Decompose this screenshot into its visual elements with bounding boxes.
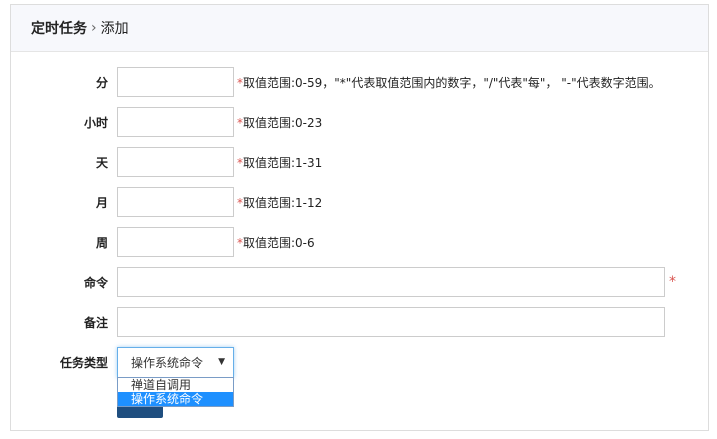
field-label: 备注 xyxy=(83,315,108,330)
hour-input[interactable] xyxy=(117,107,234,137)
month-input[interactable] xyxy=(117,187,234,217)
hint-text: 取值范围:1-12 xyxy=(243,195,323,210)
field-note: 备注 xyxy=(11,307,708,337)
minute-input[interactable] xyxy=(117,67,234,97)
field-label: 小时 xyxy=(83,115,108,130)
field-minute: 分 *取值范围:0-59，"*"代表取值范围内的数字，"/"代表"每"， "-"… xyxy=(11,67,708,97)
task-form-card: 定时任务 › 添加 分 *取值范围:0-59，"*"代表取值范围内的数字，"/"… xyxy=(10,4,709,431)
breadcrumb: 定时任务 › 添加 xyxy=(11,5,708,52)
field-hint: *取值范围:0-6 xyxy=(237,234,315,251)
week-input[interactable] xyxy=(117,227,234,257)
field-label: 天 xyxy=(95,155,108,170)
selected-value: 操作系统命令 xyxy=(131,355,204,370)
field-hint: *取值范围:0-23 xyxy=(237,114,322,131)
field-hint: *取值范围:1-12 xyxy=(237,194,322,211)
field-month: 月 *取值范围:1-12 xyxy=(11,187,708,217)
option-system-command[interactable]: 操作系统命令 xyxy=(118,392,233,406)
hint-text: 取值范围:0-59，"*"代表取值范围内的数字，"/"代表"每"， "-"代表数… xyxy=(243,75,661,90)
field-task-type: 任务类型 操作系统命令 ▼ xyxy=(11,346,708,378)
field-label: 分 xyxy=(95,75,108,90)
hint-text: 取值范围:0-6 xyxy=(243,235,315,250)
field-label: 月 xyxy=(95,195,108,210)
field-week: 周 *取值范围:0-6 xyxy=(11,227,708,257)
field-day: 天 *取值范围:1-31 xyxy=(11,147,708,177)
option-zentao[interactable]: 禅道自调用 xyxy=(118,378,233,392)
field-label: 任务类型 xyxy=(59,355,108,370)
note-input[interactable] xyxy=(117,307,665,337)
hint-text: 取值范围:1-31 xyxy=(243,155,323,170)
task-type-dropdown: 禅道自调用 操作系统命令 xyxy=(117,377,234,407)
breadcrumb-separator: › xyxy=(91,20,97,36)
breadcrumb-parent[interactable]: 定时任务 xyxy=(31,18,87,38)
hint-text: 取值范围:0-23 xyxy=(243,115,323,130)
required-star: * xyxy=(669,274,676,290)
field-hour: 小时 *取值范围:0-23 xyxy=(11,107,708,137)
dropdown-arrow-icon: ▼ xyxy=(218,357,225,367)
task-type-select[interactable]: 操作系统命令 ▼ xyxy=(117,346,234,378)
field-label: 周 xyxy=(95,235,108,250)
field-label: 命令 xyxy=(83,275,108,290)
breadcrumb-current: 添加 xyxy=(100,21,129,37)
day-input[interactable] xyxy=(117,147,234,177)
command-input[interactable] xyxy=(117,267,665,297)
field-hint: *取值范围:0-59，"*"代表取值范围内的数字，"/"代表"每"， "-"代表… xyxy=(237,74,661,91)
field-command: 命令 * xyxy=(11,267,708,297)
field-hint: *取值范围:1-31 xyxy=(237,154,322,171)
